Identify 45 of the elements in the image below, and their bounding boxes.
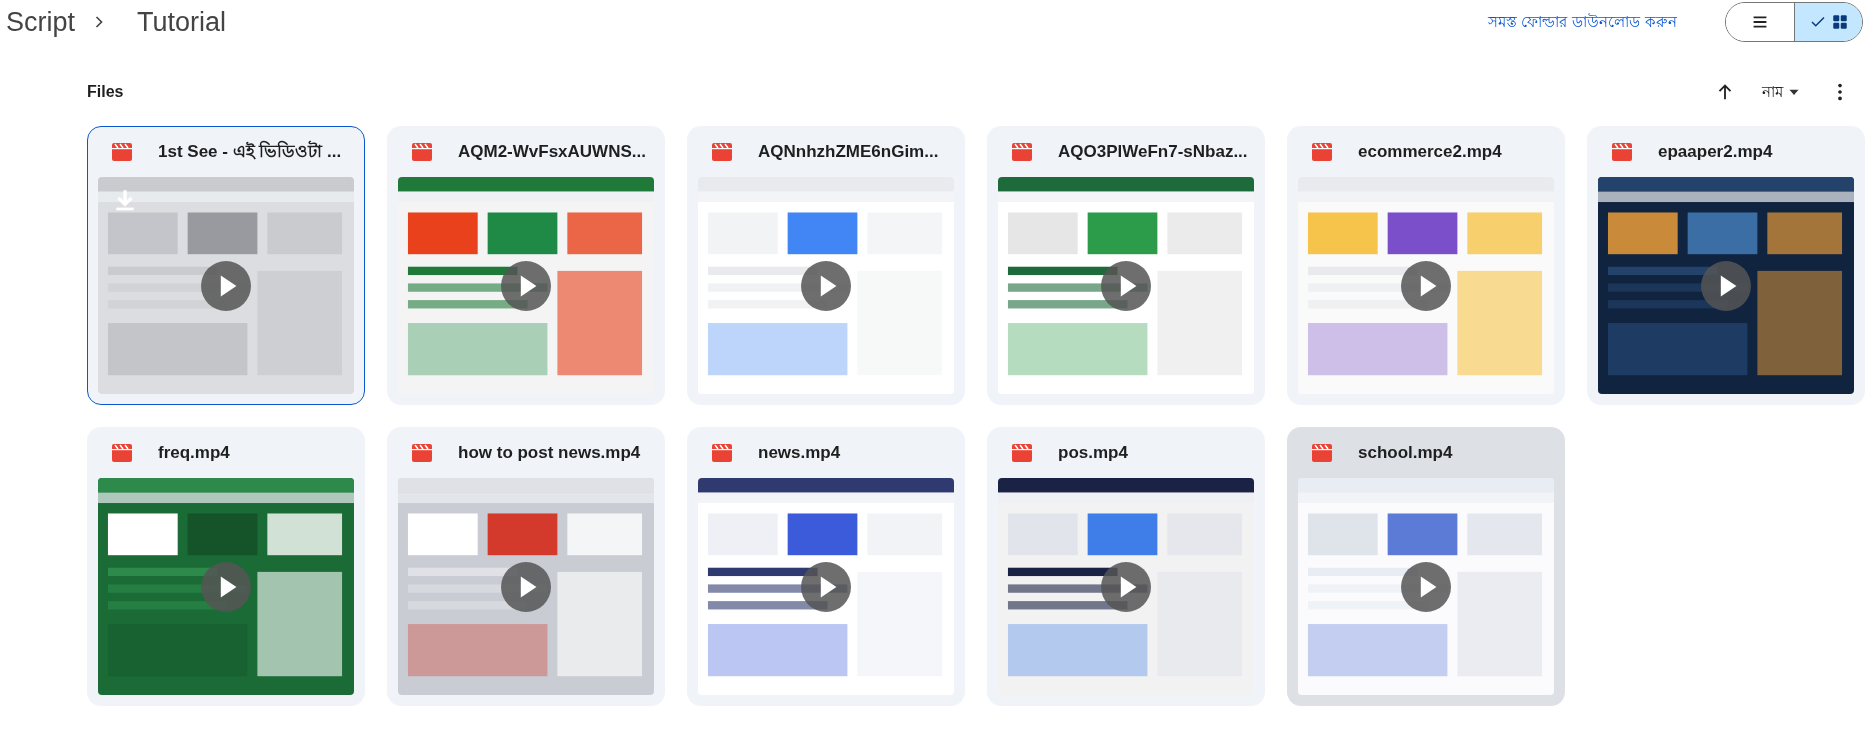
grid-view-button[interactable] — [1794, 3, 1862, 41]
video-file-icon — [112, 143, 132, 161]
play-icon[interactable] — [201, 561, 251, 612]
file-name: AQM2-WvFsxAUWNS... — [458, 142, 646, 162]
file-name: freq.mp4 — [158, 443, 230, 463]
file-card[interactable]: school.mp4 — [1287, 427, 1565, 706]
video-file-icon — [112, 444, 132, 462]
file-name: school.mp4 — [1358, 443, 1453, 463]
file-card[interactable]: epaaper2.mp4 — [1587, 126, 1865, 405]
video-file-icon — [1312, 444, 1332, 462]
video-file-icon — [1012, 143, 1032, 161]
video-file-icon — [1312, 143, 1332, 161]
video-file-icon — [412, 444, 432, 462]
play-icon[interactable] — [1701, 260, 1751, 311]
file-name: how to post news.mp4 — [458, 443, 641, 463]
play-icon[interactable] — [501, 260, 551, 311]
section-title: Files — [87, 83, 124, 101]
file-name: epaaper2.mp4 — [1658, 142, 1773, 162]
file-name: news.mp4 — [758, 443, 841, 463]
breadcrumb-current: Tutorial — [137, 6, 227, 38]
file-name: 1st See - এই ভিডিওটা ... — [158, 139, 342, 163]
play-icon[interactable] — [801, 561, 851, 612]
file-card[interactable]: pos.mp4 — [987, 427, 1265, 706]
video-file-icon — [1012, 444, 1032, 462]
play-icon[interactable] — [1101, 561, 1151, 612]
file-name: AQO3PlWeFn7-sNbaz... — [1058, 142, 1248, 162]
video-file-icon — [1612, 143, 1632, 161]
file-name: pos.mp4 — [1058, 443, 1128, 463]
file-card[interactable]: AQO3PlWeFn7-sNbaz... — [987, 126, 1265, 405]
grid-icon — [1830, 13, 1849, 31]
file-name: AQNnhzhZME6nGim... — [758, 142, 939, 162]
file-card[interactable]: news.mp4 — [687, 427, 965, 706]
file-card[interactable]: ecommerce2.mp4 — [1287, 126, 1565, 405]
file-name: ecommerce2.mp4 — [1358, 142, 1502, 162]
breadcrumb-link[interactable]: Script — [6, 6, 76, 38]
file-card[interactable]: AQNnhzhZME6nGim... — [687, 126, 965, 405]
video-file-icon — [712, 143, 732, 161]
file-card[interactable]: how to post news.mp4 — [387, 427, 665, 706]
video-file-icon — [412, 143, 432, 161]
download-all-link[interactable]: সমস্ত ফোল্ডার ডাউনলোড করুন — [1487, 9, 1677, 35]
sort-button[interactable]: নাম — [1762, 79, 1803, 105]
file-card[interactable]: freq.mp4 — [87, 427, 365, 706]
file-card[interactable]: AQM2-WvFsxAUWNS... — [387, 126, 665, 405]
play-icon[interactable] — [1101, 260, 1151, 311]
video-file-icon — [712, 444, 732, 462]
